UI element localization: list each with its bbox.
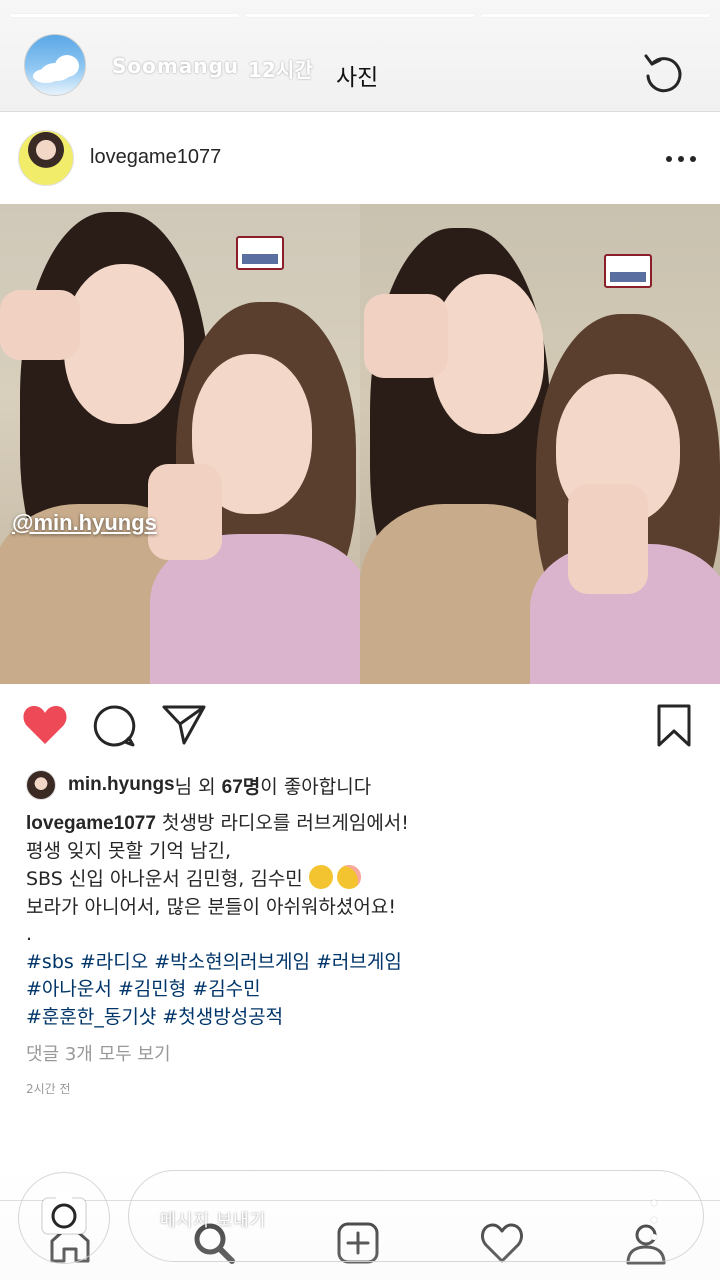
story-time: 12시간	[248, 58, 313, 82]
story-progress-segment	[480, 14, 710, 17]
refresh-icon[interactable]	[640, 50, 686, 96]
comment-icon[interactable]	[92, 704, 136, 748]
caption-line: 평생 잊지 못할 기억 남긴,	[26, 839, 231, 862]
paper-plane-icon[interactable]	[162, 704, 206, 746]
story-progress-fill	[10, 14, 240, 17]
post-caption: lovegame1077 첫생방 라디오를 러브게임에서! 평생 잊지 못할 기…	[26, 810, 696, 1031]
post-photo[interactable]: @min.hyungs	[0, 204, 720, 684]
likes-count[interactable]: 67명	[222, 772, 261, 799]
heart-filled-icon[interactable]	[22, 704, 68, 746]
story-header: Soomangu 12시간 사진	[0, 0, 720, 112]
likes-text: 님 외	[174, 775, 222, 798]
story-username[interactable]: Soomangu	[112, 54, 239, 78]
story-progress-segment	[10, 14, 240, 17]
story-avatar[interactable]	[24, 34, 86, 96]
story-label: 사진	[336, 65, 379, 91]
photo-mention-tag[interactable]: @min.hyungs	[12, 510, 157, 536]
smile-emoji-icon	[308, 865, 333, 889]
caption-line: .	[26, 923, 33, 945]
likes-row[interactable]: min.hyungs 님 외 67명 이 좋아합니다	[26, 770, 371, 800]
likes-text-end: 이 좋아합니다	[260, 775, 372, 798]
more-options-icon[interactable]	[666, 156, 696, 164]
post-username[interactable]: lovegame1077	[90, 146, 221, 169]
caption-line: 보라가 아니어서, 많은 분들이 아쉬워하셨어요!	[26, 895, 396, 918]
blush-emoji-icon	[336, 865, 361, 889]
liker-avatar	[26, 770, 56, 800]
caption-username[interactable]: lovegame1077	[26, 813, 156, 834]
post-avatar[interactable]	[18, 130, 74, 186]
hashtags[interactable]: #아나운서 #김민형 #김수민	[26, 976, 696, 1004]
hashtags[interactable]: #훈훈한_동기샷 #첫생방성공적	[26, 1004, 696, 1032]
liker-username[interactable]: min.hyungs	[68, 774, 175, 796]
caption-line: SBS 신입 아나운서 김민형, 김수민	[26, 868, 309, 890]
story-progress-segment	[245, 14, 475, 17]
view-comments-link[interactable]: 댓글 3개 모두 보기	[26, 1040, 171, 1066]
photo-panel-left: @min.hyungs	[0, 204, 360, 684]
reply-placeholder[interactable]: 메시지 보내기	[160, 1206, 266, 1231]
photo-panel-right	[360, 204, 720, 684]
caption-line: 첫생방 라디오를 러브게임에서!	[155, 812, 409, 834]
camera-icon[interactable]	[40, 1192, 88, 1236]
reply-more-icon[interactable]	[650, 1200, 658, 1240]
bookmark-icon[interactable]	[656, 704, 692, 748]
post-actions	[0, 684, 720, 768]
post-header: lovegame1077	[0, 112, 720, 204]
post-timestamp: 2시간 전	[26, 1082, 71, 1096]
story-progress	[10, 14, 710, 17]
hashtags[interactable]: #sbs #라디오 #박소현의러브게임 #러브게임	[26, 949, 696, 977]
